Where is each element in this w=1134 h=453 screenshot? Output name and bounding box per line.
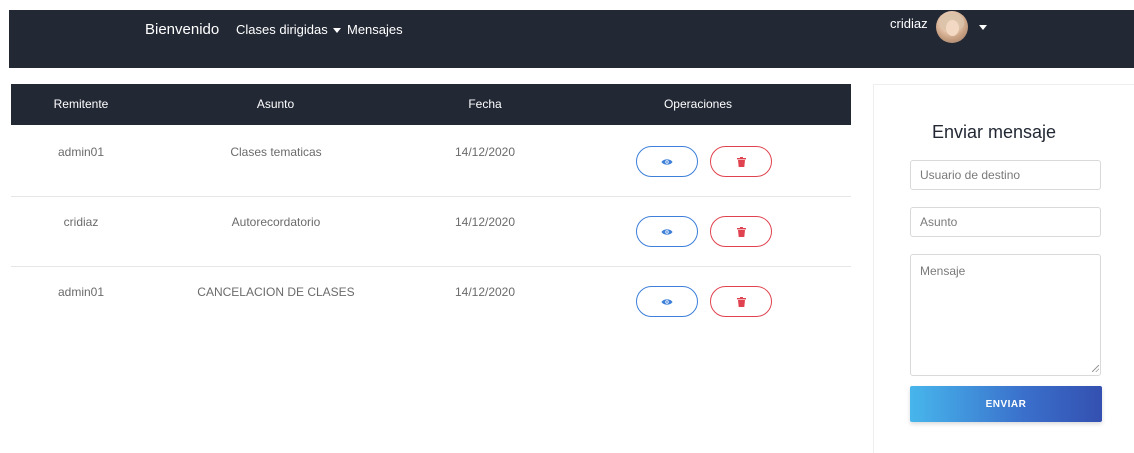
brand-title[interactable]: Bienvenido: [145, 21, 219, 38]
eye-icon: [661, 298, 673, 305]
delete-message-button[interactable]: [710, 286, 772, 317]
header-sender: Remitente: [53, 97, 109, 111]
row-date: 14/12/2020: [454, 285, 516, 299]
resize-grip-icon[interactable]: [1092, 365, 1099, 372]
header-subject: Asunto: [256, 97, 295, 111]
view-message-button[interactable]: [636, 216, 698, 247]
row-sender: admin01: [57, 145, 105, 159]
header-date: Fecha: [468, 97, 502, 111]
classes-dropdown[interactable]: Clases dirigidas: [236, 22, 341, 37]
row-subject: Autorecordatorio: [231, 215, 321, 229]
trash-icon: [736, 296, 746, 307]
view-message-button[interactable]: [636, 286, 698, 317]
row-date: 14/12/2020: [454, 145, 516, 159]
message-textarea[interactable]: [910, 254, 1101, 376]
eye-icon: [661, 158, 673, 165]
chevron-down-icon: [332, 27, 341, 33]
table-header: Remitente Asunto Fecha Operaciones: [11, 84, 851, 125]
table-row: cridiaz Autorecordatorio 14/12/2020: [11, 196, 851, 267]
row-date: 14/12/2020: [454, 215, 516, 229]
table-row: admin01 CANCELACION DE CLASES 14/12/2020: [11, 266, 851, 336]
subject-input[interactable]: [910, 207, 1101, 237]
user-menu-chevron-icon[interactable]: [979, 25, 987, 30]
username-label: cridiaz: [890, 16, 928, 31]
row-sender: admin01: [57, 285, 105, 299]
avatar-face: [946, 20, 959, 36]
delete-message-button[interactable]: [710, 216, 772, 247]
send-button[interactable]: ENVIAR: [910, 386, 1102, 422]
view-message-button[interactable]: [636, 146, 698, 177]
delete-message-button[interactable]: [710, 146, 772, 177]
row-sender: cridiaz: [63, 215, 99, 229]
row-subject: Clases tematicas: [230, 145, 322, 159]
eye-icon: [661, 228, 673, 235]
trash-icon: [736, 156, 746, 167]
messages-link[interactable]: Mensajes: [347, 22, 403, 37]
avatar[interactable]: [936, 11, 968, 43]
table-row: admin01 Clases tematicas 14/12/2020: [11, 126, 851, 197]
compose-title: Enviar mensaje: [932, 122, 1057, 142]
row-subject: CANCELACION DE CLASES: [197, 285, 355, 299]
header-operations: Operaciones: [663, 97, 733, 111]
trash-icon: [736, 226, 746, 237]
recipient-input[interactable]: [910, 160, 1101, 190]
classes-dropdown-label: Clases dirigidas: [236, 22, 328, 37]
